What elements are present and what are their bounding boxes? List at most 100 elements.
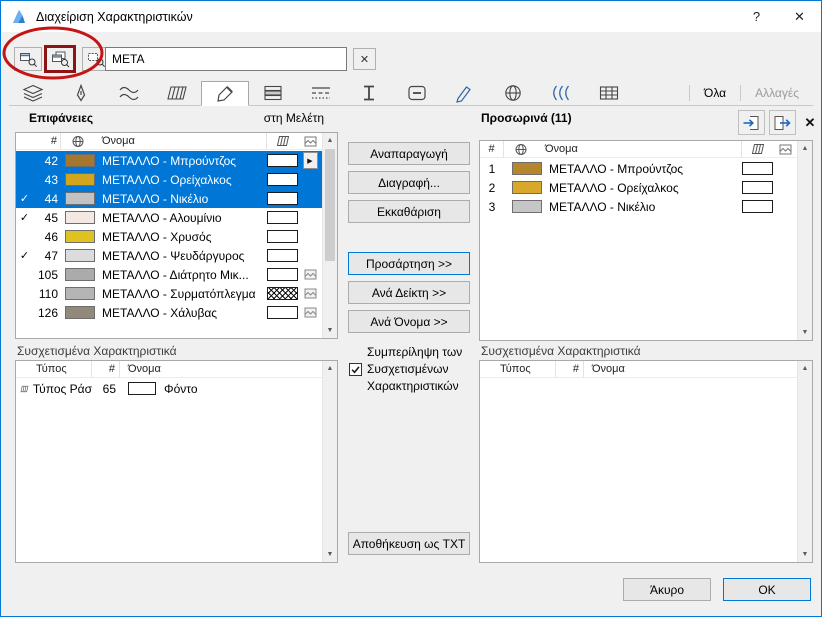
row-name: ΜΕΤΑΛΛΟ - Μπρούντζος bbox=[542, 162, 742, 176]
in-use-check: ✓ bbox=[16, 249, 33, 262]
include-associated-checkbox[interactable] bbox=[349, 363, 362, 376]
by-index-button[interactable]: Ανά Δείκτη >> bbox=[348, 281, 470, 304]
fill-preview bbox=[267, 154, 298, 167]
tab-composites[interactable] bbox=[249, 81, 297, 105]
delete-temporary-button[interactable]: ✕ bbox=[799, 111, 821, 134]
table-row[interactable]: 105 ΜΕΤΑΛΛΟ - Διάτρητο Μικ... bbox=[16, 265, 322, 284]
scrollbar[interactable]: ▲ ▼ bbox=[322, 133, 337, 338]
in-use-check: ✓ bbox=[16, 211, 33, 224]
column-header-name: Όνομα bbox=[95, 133, 267, 149]
tab-markup-styles[interactable] bbox=[441, 81, 489, 105]
table-row[interactable]: 1 ΜΕΤΑΛΛΟ - Μπρούντζος bbox=[480, 159, 797, 178]
fill-preview bbox=[267, 192, 298, 205]
row-number: 42 bbox=[33, 154, 61, 168]
fill-preview bbox=[742, 162, 773, 175]
globe-icon bbox=[500, 83, 526, 103]
tab-surfaces[interactable] bbox=[201, 81, 249, 106]
export-attributes-button[interactable] bbox=[769, 110, 796, 135]
search-input[interactable] bbox=[105, 47, 347, 71]
purge-button[interactable]: Εκκαθάριση bbox=[348, 200, 470, 223]
table-row[interactable]: ✓ 44 ΜΕΤΑΛΛΟ - Νικέλιο bbox=[16, 189, 322, 208]
scroll-down-arrow[interactable]: ▼ bbox=[798, 325, 812, 340]
tab-line-weights[interactable] bbox=[105, 81, 153, 105]
append-button[interactable]: Προσάρτηση >> bbox=[348, 252, 470, 275]
scroll-up-arrow[interactable]: ▲ bbox=[323, 133, 337, 148]
column-header-name: Όνομα bbox=[120, 361, 161, 377]
row-name: ΜΕΤΑΛΛΟ - Αλουμίνιο bbox=[95, 211, 267, 225]
row-number: 44 bbox=[33, 192, 61, 206]
tab-layers[interactable] bbox=[9, 81, 57, 105]
scrollbar[interactable]: ▲ ▼ bbox=[797, 361, 812, 562]
left-panel-scope: στη Μελέτη bbox=[15, 111, 324, 125]
surface-color-swatch bbox=[65, 287, 95, 300]
import-attributes-button[interactable] bbox=[738, 110, 765, 135]
scroll-up-arrow[interactable]: ▲ bbox=[798, 361, 812, 376]
right-panel-title: Προσωρινά (11) bbox=[481, 111, 572, 125]
surfaces-table-header: # Όνομα bbox=[16, 133, 322, 150]
tab-operation-profiles[interactable] bbox=[537, 81, 585, 105]
close-button[interactable]: ✕ bbox=[778, 1, 821, 32]
fill-preview bbox=[267, 268, 298, 281]
scroll-down-arrow[interactable]: ▼ bbox=[323, 547, 337, 562]
row-number: 47 bbox=[33, 249, 61, 263]
clear-icon: ✕ bbox=[360, 53, 369, 66]
table-row[interactable]: 43 ΜΕΤΑΛΛΟ - Ορείχαλκος bbox=[16, 170, 322, 189]
table-row[interactable]: 3 ΜΕΤΑΛΛΟ - Νικέλιο bbox=[480, 197, 797, 216]
tab-line-types[interactable] bbox=[297, 81, 345, 105]
fill-preview bbox=[742, 181, 773, 194]
tab-changes-label: Αλλαγές bbox=[755, 86, 799, 100]
table-row[interactable]: 110 ΜΕΤΑΛΛΟ - Συρματόπλεγμα bbox=[16, 284, 322, 303]
table-row[interactable]: 2 ΜΕΤΑΛΛΟ - Ορείχαλκος bbox=[480, 178, 797, 197]
line-types-icon bbox=[308, 83, 334, 103]
row-name: ΜΕΤΑΛΛΟ - Ψευδάργυρος bbox=[95, 249, 267, 263]
table-row[interactable]: Τύπος Ράσ 65 Φόντο bbox=[16, 379, 322, 398]
column-header-name: Όνομα bbox=[584, 361, 625, 377]
table-row[interactable]: 126 ΜΕΤΑΛΛΟ - Χάλυβας bbox=[16, 303, 322, 322]
cancel-button[interactable]: Άκυρο bbox=[623, 578, 711, 601]
tab-all[interactable]: Όλα bbox=[690, 81, 740, 105]
popup-arrow-button[interactable]: ▶ bbox=[303, 152, 318, 169]
scroll-down-arrow[interactable]: ▼ bbox=[798, 547, 812, 562]
row-name: ΜΕΤΑΛΛΟ - Διάτρητο Μικ... bbox=[95, 268, 267, 282]
delete-button[interactable]: Διαγραφή... bbox=[348, 171, 470, 194]
table-row[interactable]: 46 ΜΕΤΑΛΛΟ - Χρυσός bbox=[16, 227, 322, 246]
table-row[interactable]: ✓ 45 ΜΕΤΑΛΛΟ - Αλουμίνιο bbox=[16, 208, 322, 227]
attribute-type-tabs: Όλα Αλλαγές bbox=[9, 81, 813, 106]
clear-search-button[interactable]: ✕ bbox=[353, 48, 376, 70]
surface-color-swatch bbox=[65, 249, 95, 262]
filter-project-button[interactable] bbox=[14, 47, 42, 71]
save-as-txt-button[interactable]: Αποθήκευση ως TXT bbox=[348, 532, 470, 555]
scroll-thumb[interactable] bbox=[325, 149, 335, 261]
scrollbar[interactable]: ▲ ▼ bbox=[797, 141, 812, 340]
tab-profiles[interactable] bbox=[345, 81, 393, 105]
scroll-up-arrow[interactable]: ▲ bbox=[798, 141, 812, 156]
help-icon: ? bbox=[753, 9, 760, 24]
surfaces-table-body: 42 ΜΕΤΑΛΛΟ - Μπρούντζος ▶ 43 ΜΕΤΑΛΛΟ - Ο… bbox=[16, 151, 322, 322]
tab-locations[interactable] bbox=[489, 81, 537, 105]
table-row[interactable]: 42 ΜΕΤΑΛΛΟ - Μπρούντζος ▶ bbox=[16, 151, 322, 170]
fill-column-icon bbox=[276, 135, 290, 147]
tab-building-materials[interactable] bbox=[585, 81, 633, 105]
fill-preview bbox=[267, 173, 298, 186]
tab-all-label: Όλα bbox=[704, 86, 726, 100]
scroll-up-arrow[interactable]: ▲ bbox=[323, 361, 337, 376]
by-name-button[interactable]: Ανά Όνομα >> bbox=[348, 310, 470, 333]
fill-type-icon bbox=[20, 383, 29, 395]
surface-color-swatch bbox=[512, 162, 542, 175]
scroll-down-arrow[interactable]: ▼ bbox=[323, 323, 337, 338]
ok-button[interactable]: OK bbox=[723, 578, 811, 601]
filter-windows-button[interactable] bbox=[44, 45, 76, 73]
tab-pens[interactable] bbox=[57, 81, 105, 105]
row-name: ΜΕΤΑΛΛΟ - Συρματόπλεγμα bbox=[95, 287, 267, 301]
tab-zone-categories[interactable] bbox=[393, 81, 441, 105]
surface-color-swatch bbox=[65, 192, 95, 205]
duplicate-button[interactable]: Αναπαραγωγή bbox=[348, 142, 470, 165]
row-name: ΜΕΤΑΛΛΟ - Νικέλιο bbox=[542, 200, 742, 214]
table-row[interactable]: ✓ 47 ΜΕΤΑΛΛΟ - Ψευδάργυρος bbox=[16, 246, 322, 265]
waves-icon bbox=[116, 83, 142, 103]
scrollbar[interactable]: ▲ ▼ bbox=[322, 361, 337, 562]
help-button[interactable]: ? bbox=[735, 1, 778, 32]
texture-column-icon bbox=[779, 144, 792, 155]
tab-fills[interactable] bbox=[153, 81, 201, 105]
texture-icon bbox=[304, 269, 317, 280]
